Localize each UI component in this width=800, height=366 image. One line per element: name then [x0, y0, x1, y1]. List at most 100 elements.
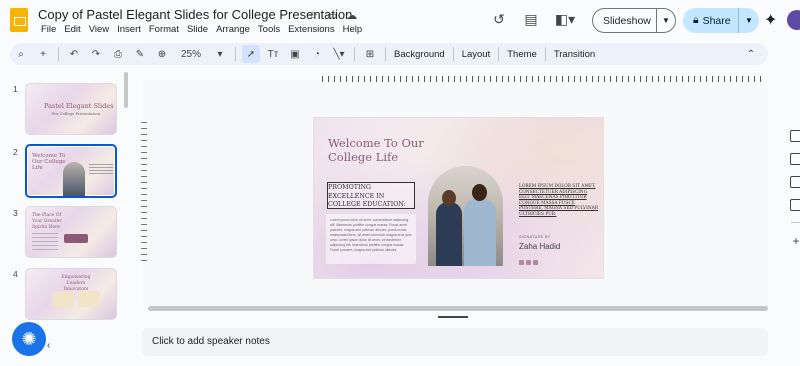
slide-thumbnail-3[interactable]: The Place Of Your Greater Spirits Here [25, 206, 117, 258]
menu-insert[interactable]: Insert [113, 24, 145, 35]
share-button[interactable]: 🔒︎ Share ▼ [683, 8, 759, 33]
menu-format[interactable]: Format [145, 24, 183, 35]
left-ruler [141, 122, 147, 266]
history-icon[interactable]: ↺ [490, 10, 508, 28]
lock-icon: 🔒︎ [693, 14, 699, 26]
select-cursor-icon[interactable]: ➚ [242, 45, 260, 63]
filmstrip-scrollbar[interactable] [124, 72, 128, 108]
canvas-horizontal-scrollbar[interactable] [148, 306, 768, 311]
thumbnail-text-lines [89, 164, 113, 176]
slideshow-button[interactable]: Slideshow ▼ [592, 8, 676, 33]
share-main[interactable]: 🔒︎ Share [683, 8, 739, 33]
thumbnail-photo [63, 162, 85, 196]
text-box-icon[interactable]: Tт [264, 45, 282, 63]
thumbnail-title: Welcome To Our College Life [32, 153, 66, 171]
avatar[interactable] [787, 10, 800, 30]
toolbar-divider [385, 47, 386, 61]
slideshow-label[interactable]: Slideshow [593, 9, 657, 32]
student-head [472, 184, 487, 201]
speaker-notes-placeholder: Click to add speaker notes [152, 336, 270, 347]
slide-thumbnail-1[interactable]: Pastel Elegant Slides For College Presen… [25, 83, 117, 135]
side-panel: + [789, 130, 800, 248]
collapse-toolbar-icon[interactable]: ⌃ [742, 45, 760, 63]
menu-file[interactable]: File [37, 24, 60, 35]
paint-format-icon[interactable]: ✎ [131, 45, 149, 63]
star-icon[interactable]: ☆ [308, 9, 318, 22]
title-icons: ☆ ▭ ☁ [308, 9, 357, 22]
slide-thumbnail-2[interactable]: Welcome To Our College Life [25, 144, 117, 198]
subtitle-line: PROMOTING [328, 184, 371, 191]
speaker-notes[interactable]: Click to add speaker notes [142, 328, 768, 356]
menu-tools[interactable]: Tools [254, 24, 284, 35]
current-slide[interactable]: Welcome To Our College Life PROMOTING EX… [313, 117, 604, 279]
app-header: Copy of Pastel Elegant Slides for Colleg… [0, 0, 800, 40]
slides-logo-icon[interactable] [10, 8, 28, 32]
print-icon[interactable]: ⎙ [109, 45, 127, 63]
share-dropdown-icon[interactable]: ▼ [739, 16, 759, 25]
thumbnail-title: Pastel Elegant Slides [44, 102, 114, 110]
subtitle-line: COLLEGE EDUCATION: [328, 201, 406, 209]
students-photo[interactable] [428, 166, 503, 266]
slide-title[interactable]: Welcome To Our College Life [328, 136, 424, 164]
collapse-filmstrip-icon[interactable]: ‹ [47, 340, 50, 351]
redo-icon[interactable]: ↷ [87, 45, 105, 63]
add-addon-icon[interactable]: + [792, 234, 799, 248]
slide-body-text[interactable]: Lorem ipsum dolor sit amet, consectetuer… [330, 218, 414, 253]
slide-subtitle[interactable]: PROMOTING EXCELLENCE IN COLLEGE EDUCATIO… [328, 184, 406, 210]
keep-icon[interactable] [790, 153, 800, 165]
zoom-icon[interactable]: ⊕ [153, 45, 171, 63]
theme-button[interactable]: Theme [503, 49, 541, 60]
slideshow-dropdown-icon[interactable]: ▼ [657, 16, 675, 25]
notes-resize-handle[interactable] [438, 316, 468, 318]
new-slide-icon[interactable]: + [34, 45, 52, 63]
thumbnail-title: The Place Of Your Greater Spirits Here [32, 213, 62, 230]
calendar-icon[interactable] [790, 130, 800, 142]
background-button[interactable]: Background [390, 49, 449, 60]
slide-number: 1 [13, 84, 18, 94]
move-folder-icon[interactable]: ▭ [327, 9, 337, 22]
thumbnail-subtitle: For College Presentation [52, 111, 101, 116]
comments-icon[interactable]: ▤ [522, 10, 540, 28]
layout-button[interactable]: Layout [458, 49, 495, 60]
share-label: Share [702, 14, 731, 27]
zoom-value[interactable]: 25% [175, 45, 207, 63]
menu-view[interactable]: View [85, 24, 113, 35]
cloud-status-icon[interactable]: ☁ [346, 9, 357, 22]
slide-title-line: College Life [328, 149, 399, 164]
menu-edit[interactable]: Edit [60, 24, 84, 35]
subtitle-line: EXCELLENCE IN [328, 192, 385, 200]
undo-icon[interactable]: ↶ [65, 45, 83, 63]
toolbar: ⌕ + ↶ ↷ ⎙ ✎ ⊕ 25% ▾ ➚ Tт ▣ ◔ ╲▾ ⊞ Backgr… [10, 43, 768, 65]
slide-right-text[interactable]: LOREM IPSUM DOLOR SIT AMET, CONSECTETUER… [519, 184, 599, 218]
signature-label[interactable]: SIGNATURE BY [519, 235, 551, 239]
menu-slide[interactable]: Slide [183, 24, 212, 35]
slide-thumbnail-4[interactable]: Empowering Leaders Innovators [25, 268, 117, 320]
signature-name[interactable]: Zaha Hadid [519, 242, 560, 251]
student-figure [436, 202, 462, 266]
assistant-fab-icon[interactable]: ✺ [12, 322, 46, 356]
gemini-icon[interactable]: ✦ [764, 10, 777, 30]
image-icon[interactable]: ▣ [286, 45, 304, 63]
contacts-icon[interactable] [790, 199, 800, 211]
shape-icon[interactable]: ◔ [308, 45, 326, 63]
transition-button[interactable]: Transition [550, 49, 599, 60]
student-figure [464, 198, 496, 266]
zoom-dropdown-icon[interactable]: ▾ [211, 45, 229, 63]
add-comment-icon[interactable]: ⊞ [361, 45, 379, 63]
meet-icon[interactable]: ◧▾ [553, 10, 577, 28]
thumbnail-card [52, 291, 74, 307]
search-icon[interactable]: ⌕ [12, 45, 30, 63]
line-icon[interactable]: ╲▾ [330, 45, 348, 63]
menu-help[interactable]: Help [339, 24, 367, 35]
toolbar-divider [498, 47, 500, 61]
toolbar-divider [235, 47, 236, 61]
slide-number: 2 [13, 147, 18, 157]
student-head [442, 190, 456, 206]
menu-bar: File Edit View Insert Format Slide Arran… [37, 24, 366, 35]
menu-extensions[interactable]: Extensions [284, 24, 338, 35]
toolbar-divider [452, 47, 454, 61]
tasks-icon[interactable] [790, 176, 800, 188]
document-title[interactable]: Copy of Pastel Elegant Slides for Colleg… [38, 7, 352, 22]
thumbnail-card [78, 291, 100, 307]
menu-arrange[interactable]: Arrange [212, 24, 254, 35]
